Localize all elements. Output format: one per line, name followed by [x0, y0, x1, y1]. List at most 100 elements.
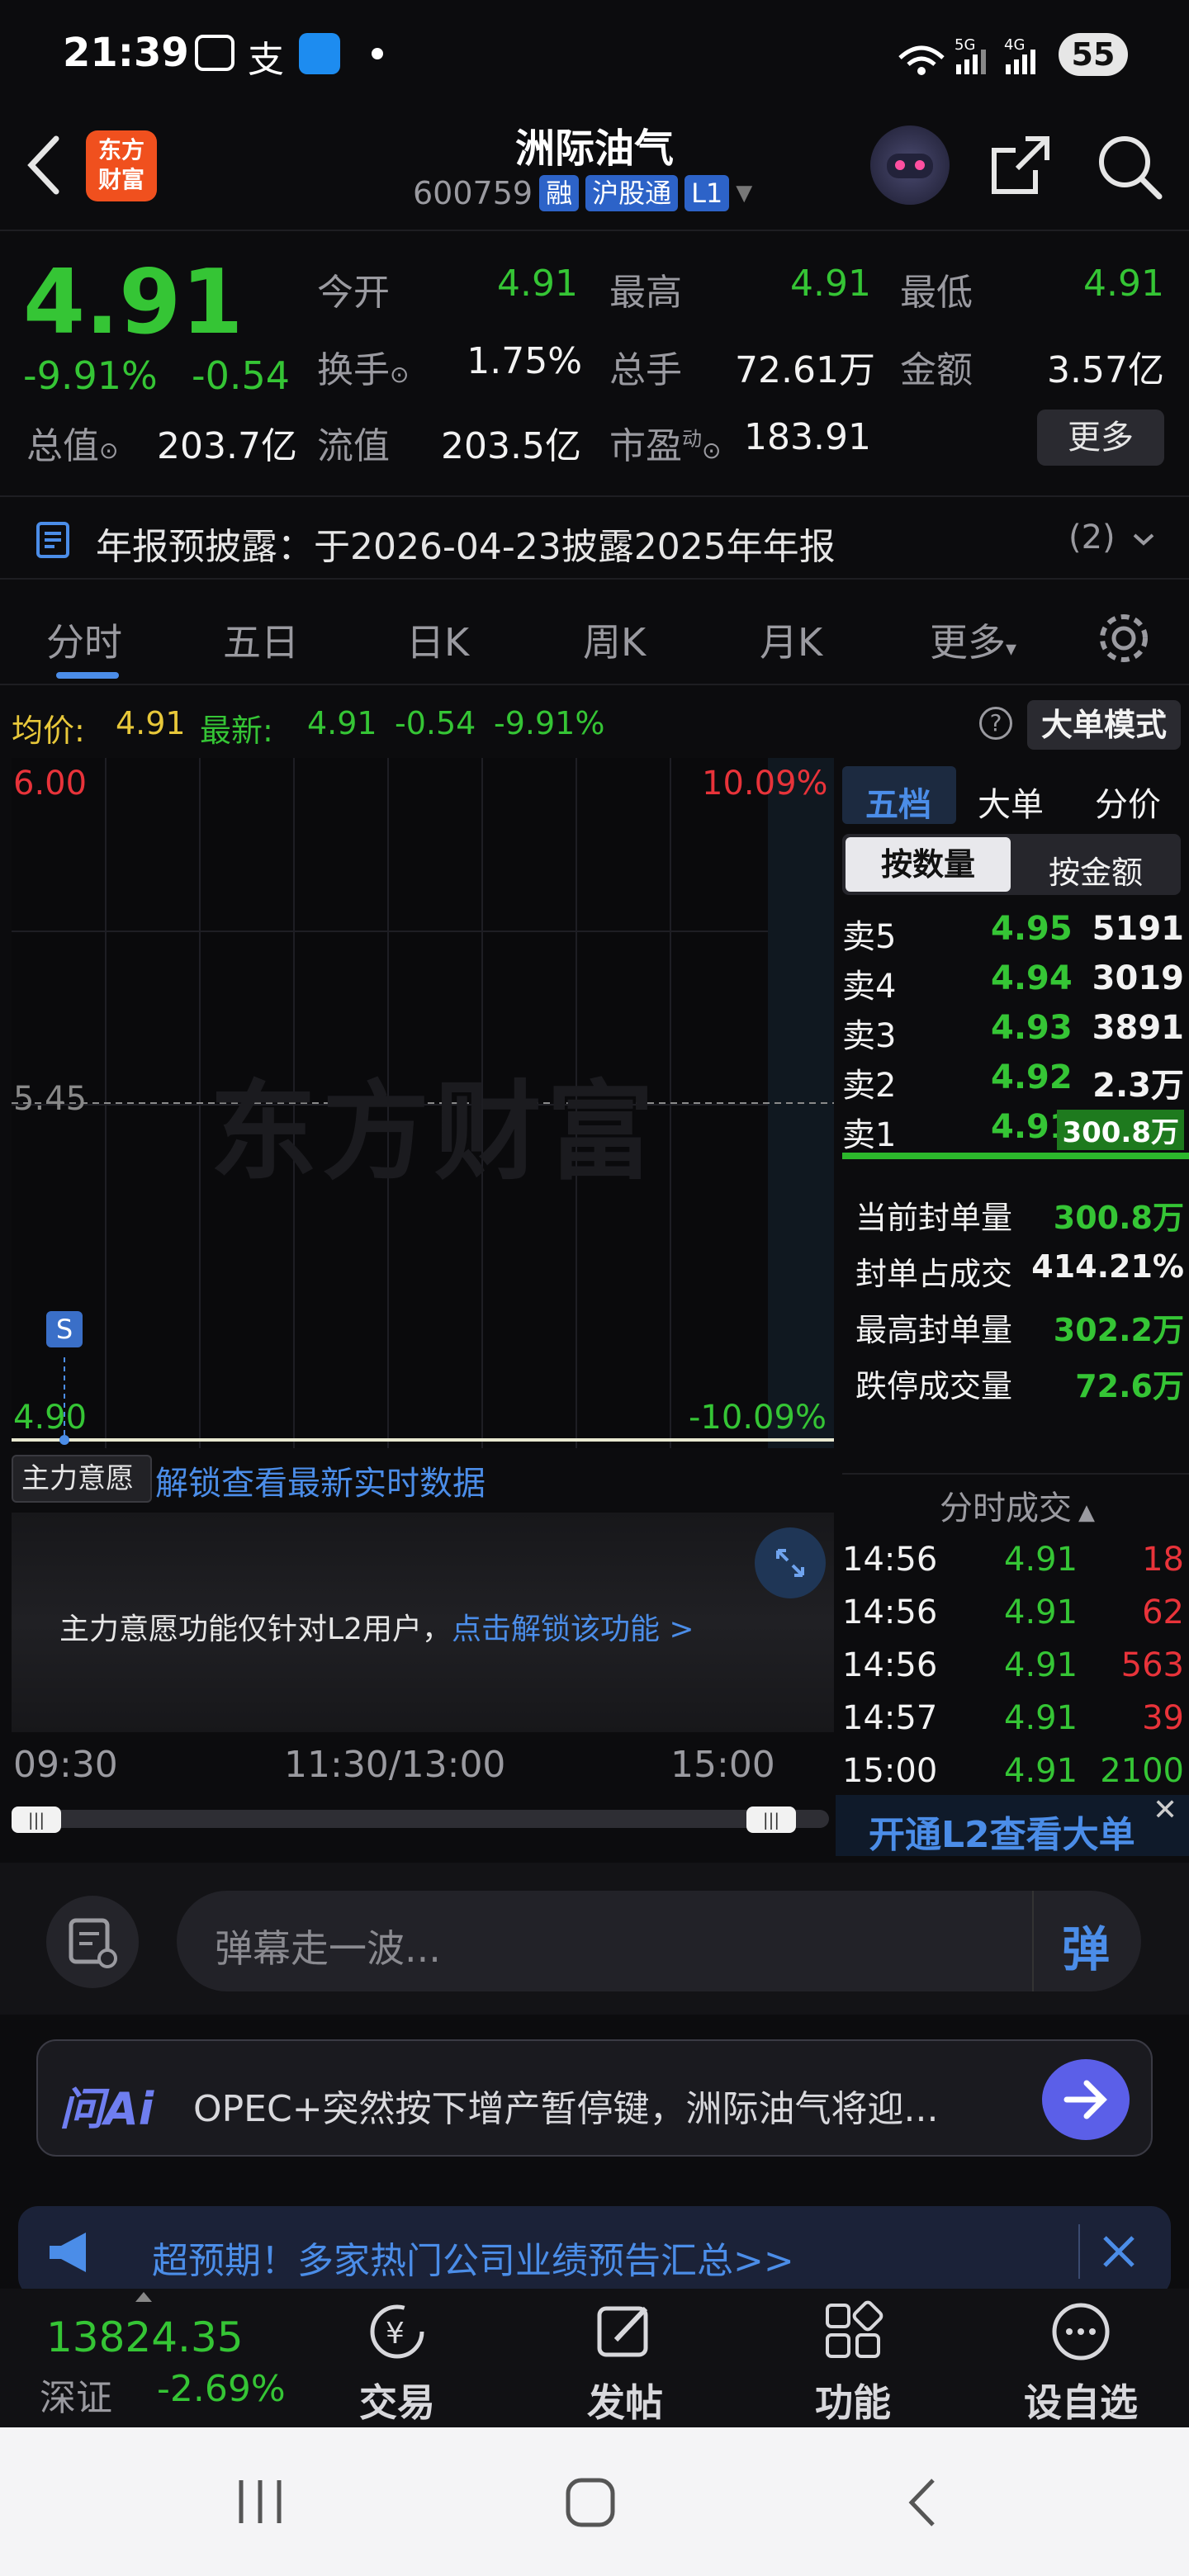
ask-row[interactable]: 卖5 4.95 5191 [842, 903, 1189, 956]
danmu-input[interactable]: 弹幕走一波... 弹 [177, 1891, 1141, 1991]
pe-value: 183.91 [744, 416, 871, 458]
close-icon[interactable]: ✕ [1153, 1793, 1186, 1827]
tab-price-dist[interactable]: 分价 [1095, 778, 1161, 826]
intraday-chart[interactable]: 东方财富 6.00 5.45 4.90 10.09% -10.09% S [12, 758, 834, 1448]
tab-weekly-k[interactable]: 周K [583, 613, 646, 667]
trade-volume: 2100 [1100, 1752, 1184, 1790]
svg-text:5G: 5G [955, 36, 975, 54]
divider [842, 1473, 1189, 1475]
connect-tag: 沪股通 [585, 175, 679, 211]
stock-code-row[interactable]: 600759 融 沪股通 L1 ▼ [413, 175, 776, 211]
ask-row[interactable]: 卖1 4.91 300.8万 [842, 1101, 1189, 1154]
danmu-settings-icon[interactable] [46, 1896, 139, 1988]
sell-marker[interactable]: S [46, 1311, 83, 1347]
help-icon[interactable]: ? [979, 707, 1012, 740]
stock-name: 洲际油气 [514, 125, 674, 172]
annual-report-notice[interactable]: 年报预披露：于2026-04-23披露2025年年报 (2) [0, 495, 1189, 580]
latest-value: 4.91 [307, 705, 377, 741]
nav-add-watchlist[interactable]: 设自选 [1019, 2297, 1143, 2427]
index-value[interactable]: 13824.35 [46, 2313, 244, 2361]
tab-five-levels[interactable]: 五档 [865, 778, 931, 826]
more-button[interactable]: 更多 [1037, 410, 1164, 466]
tab-more[interactable]: 更多▾ [930, 613, 1016, 667]
change-percent: -9.91% [23, 353, 158, 398]
ask-row[interactable]: 卖2 4.92 2.3万 [842, 1052, 1189, 1105]
tab-intraday[interactable]: 分时 [46, 613, 122, 667]
avg-value: 4.91 [116, 705, 186, 741]
tab-big-orders[interactable]: 大单 [978, 778, 1044, 826]
l2-banner[interactable]: 开通L2查看大单 ✕ [836, 1793, 1189, 1856]
ai-robot-icon[interactable] [870, 125, 950, 205]
share-icon[interactable] [988, 132, 1054, 198]
l2-unlock-link[interactable]: 点击解锁该功能 > [452, 1612, 694, 1646]
low-label: 最低 [900, 272, 973, 314]
range-slider-track[interactable] [12, 1810, 829, 1828]
danmu-send-button[interactable]: 弹 [1062, 1911, 1110, 1980]
status-time: 21:39 [63, 30, 189, 76]
ask-row[interactable]: 卖3 4.93 3891 [842, 1002, 1189, 1055]
signal-icons: 5G 4G [898, 36, 1035, 75]
y-axis-bottom: 4.90 [13, 1399, 88, 1437]
trade-price: 4.91 [1004, 1541, 1078, 1579]
stat-value: 72.6万 [1075, 1368, 1184, 1404]
gear-icon[interactable] [1095, 609, 1153, 667]
unlock-link[interactable]: 解锁查看最新实时数据 [155, 1456, 486, 1504]
search-icon[interactable] [1095, 132, 1164, 201]
megaphone-icon [50, 2233, 86, 2272]
ask-label: 卖1 [842, 1116, 897, 1154]
indicator-select[interactable]: 主力意愿▼ [12, 1455, 152, 1537]
trade-volume: 62 [1142, 1593, 1184, 1631]
triangle-up-icon: ▲ [1078, 1500, 1095, 1525]
ask-row[interactable]: 卖4 4.94 3019 [842, 953, 1189, 1006]
stat-label: 当前封单量 [855, 1200, 1013, 1236]
open-value: 4.91 [497, 263, 578, 305]
trade-row: 14:56 4.91 62 [842, 1587, 1189, 1636]
notice-text: 年报预披露：于2026-04-23披露2025年年报 [96, 526, 836, 568]
current-price: 4.91 [23, 251, 244, 354]
trade-row: 14:56 4.91 18 [842, 1534, 1189, 1584]
tab-monthly-k[interactable]: 月K [760, 613, 822, 667]
nav-post[interactable]: 发帖 [563, 2297, 687, 2427]
range-slider-left-handle[interactable]: ||| [12, 1807, 61, 1833]
latest-percent: -9.91% [494, 705, 605, 741]
danmu-placeholder: 弹幕走一波... [215, 1926, 441, 1971]
svg-text:¥: ¥ [386, 2317, 405, 2351]
range-slider-right-handle[interactable]: ||| [746, 1807, 796, 1833]
nav-functions[interactable]: 功能 [791, 2297, 915, 2427]
dot-icon [372, 48, 383, 59]
trade-time: 14:57 [842, 1699, 938, 1737]
open-label: 今开 [317, 272, 390, 314]
level-tag: L1 [685, 175, 730, 211]
home-icon[interactable] [561, 2475, 619, 2530]
big-order-mode-button[interactable]: 大单模式 [1027, 700, 1181, 750]
trades-title[interactable]: 分时成交 ▲ [940, 1481, 1095, 1529]
back-nav-icon[interactable] [902, 2474, 943, 2531]
ask-price: 4.94 [991, 959, 1073, 997]
nav-trade[interactable]: ¥ 交易 [335, 2297, 459, 2427]
app-notification-icon [299, 33, 340, 74]
mode-by-quantity[interactable]: 按数量 [846, 837, 1011, 892]
amount-label: 金额 [900, 349, 973, 391]
avg-label: 均价: [12, 713, 85, 749]
turnover-label: 换手⊙ [317, 349, 410, 391]
ask-label: 卖5 [842, 918, 897, 956]
tab-daily-k[interactable]: 日K [406, 613, 469, 667]
recent-apps-icon[interactable] [231, 2475, 289, 2528]
mode-by-amount[interactable]: 按金额 [1049, 847, 1143, 893]
index-name: 深证 [40, 2377, 112, 2419]
volume-label: 总手 [609, 349, 682, 391]
close-icon[interactable] [1098, 2231, 1139, 2272]
arrow-right-icon[interactable] [1042, 2059, 1130, 2140]
tab-five-day[interactable]: 五日 [223, 613, 299, 667]
ai-question-bar[interactable]: 问Ai OPEC+突然按下增产暂停键，洲际油气将迎... [36, 2039, 1153, 2157]
notice-count: (2) [1068, 519, 1116, 556]
stat-value: 414.21% [1031, 1248, 1184, 1285]
promo-banner[interactable]: 超预期！多家热门公司业绩预告汇总>> [18, 2206, 1171, 2297]
trade-time: 14:56 [842, 1646, 938, 1684]
expand-icon[interactable] [755, 1527, 826, 1598]
back-icon[interactable] [23, 132, 64, 198]
ask-label: 卖2 [842, 1067, 897, 1105]
document-icon [36, 522, 69, 558]
l2-notice: 主力意愿功能仅针对L2用户，点击解锁该功能 > [59, 1612, 694, 1646]
stat-label: 跌停成交量 [855, 1368, 1013, 1404]
